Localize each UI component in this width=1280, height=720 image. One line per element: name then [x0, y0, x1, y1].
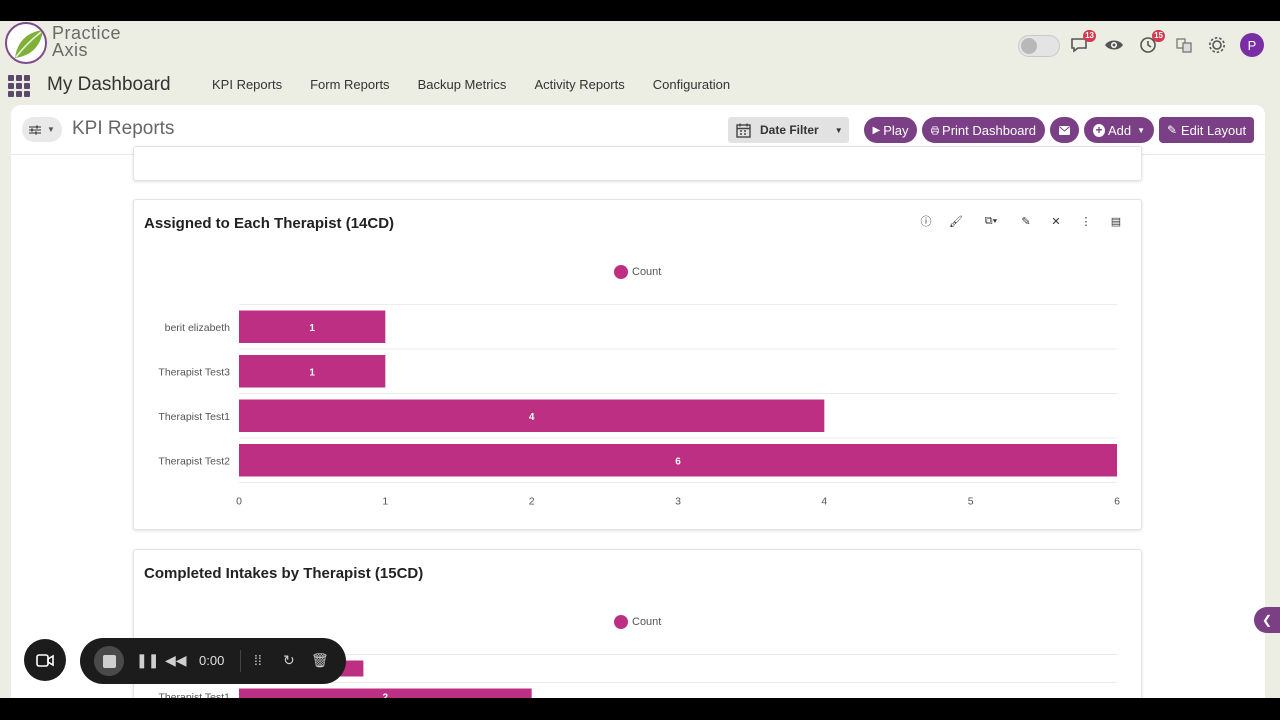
x-tick-label: 0	[236, 496, 242, 508]
logo-line-2: Axis	[52, 40, 89, 60]
apps-grid-icon[interactable]	[8, 75, 30, 97]
nav-kpi-reports[interactable]: KPI Reports	[212, 77, 282, 92]
top-toolbar: 13 15 P	[1000, 21, 1280, 69]
screen: Practice Axis 13 15 P My Dashboard KPI R…	[0, 0, 1280, 720]
x-tick-label: 3	[675, 496, 681, 508]
translate-icon[interactable]	[1173, 34, 1195, 56]
x-tick-label: 1	[382, 496, 388, 508]
category-label: berit elizabeth	[165, 322, 231, 334]
date-filter-button[interactable]: Date Filter ▼	[728, 117, 849, 143]
pencil-icon: ✎	[1166, 123, 1178, 137]
user-avatar[interactable]: P	[1240, 33, 1264, 57]
add-button[interactable]: + Add ▼	[1084, 117, 1154, 143]
nav-configuration[interactable]: Configuration	[653, 77, 730, 92]
calendar-icon	[736, 123, 751, 138]
dashboard-panel: ▼ KPI Reports Date Filter ▼ ▶ Play Print…	[11, 105, 1265, 698]
divider	[240, 650, 241, 672]
collapse-sidebar-button[interactable]: ❮	[1254, 607, 1280, 633]
dashboard-scroll-area[interactable]: Assigned to Each Therapist (14CD) ⓘ 🖌 ⧉▾…	[11, 146, 1265, 699]
email-button[interactable]	[1050, 117, 1079, 143]
stop-recording-button[interactable]	[94, 646, 124, 676]
practice-axis-logo[interactable]: Practice Axis	[5, 22, 155, 66]
previous-card	[133, 146, 1142, 181]
clock-badge: 15	[1152, 30, 1165, 42]
bar-value-label: 2	[383, 693, 389, 699]
chat-badge: 13	[1083, 30, 1096, 42]
restart-icon[interactable]: ↻	[283, 652, 295, 669]
print-dashboard-button[interactable]: Print Dashboard	[922, 117, 1045, 143]
caret-down-icon: ▼	[834, 125, 843, 135]
category-label: Therapist Test1	[158, 411, 230, 423]
x-tick-label: 6	[1114, 496, 1120, 508]
clock-icon[interactable]: 15	[1137, 30, 1165, 56]
edit-layout-label: Edit Layout	[1181, 122, 1247, 138]
settings-icon[interactable]	[1206, 34, 1228, 56]
main-nav: KPI Reports Form Reports Backup Metrics …	[212, 77, 758, 92]
logo-text: Practice Axis	[52, 24, 121, 60]
x-tick-label: 2	[529, 496, 535, 508]
category-label: Therapist Test2	[158, 455, 230, 467]
recording-time: 0:00	[199, 653, 225, 668]
x-tick-label: 5	[968, 496, 974, 508]
app-window: Practice Axis 13 15 P My Dashboard KPI R…	[0, 21, 1280, 698]
play-icon: ▶	[872, 124, 881, 136]
envelope-icon	[1059, 125, 1070, 135]
bar-chart: 1 berit elizabeth 1 Therapist Test3 4 Therapi…	[158, 304, 1120, 508]
category-label: Therapist Test3	[158, 366, 230, 378]
leaf-logo-icon	[5, 22, 47, 64]
chat-icon[interactable]: 13	[1068, 30, 1096, 56]
recorder-toolbar: ❚❚ ◀◀ 0:00 ⁞⁞ ↻ 🗑	[80, 638, 346, 684]
bar-value-label: 1	[309, 323, 315, 334]
camera-button[interactable]	[24, 639, 66, 681]
caret-down-icon: ▼	[1137, 125, 1145, 135]
bar-value-label: 6	[675, 456, 681, 467]
play-button[interactable]: ▶ Play	[864, 117, 917, 143]
print-icon	[931, 125, 940, 135]
bar-value-label: 4	[529, 412, 535, 423]
page-title: KPI Reports	[72, 118, 175, 139]
app-title: My Dashboard	[47, 74, 171, 95]
nav-backup-metrics[interactable]: Backup Metrics	[418, 77, 507, 92]
category-label: Therapist Test1	[158, 692, 230, 699]
chevron-left-icon: ❮	[1261, 613, 1273, 627]
add-label: Add	[1107, 122, 1132, 138]
x-tick-label: 4	[821, 496, 827, 508]
play-label: Play	[883, 122, 909, 138]
sliders-dropdown-button[interactable]: ▼	[22, 117, 62, 142]
bar-value-label: 1	[309, 367, 315, 378]
nav-form-reports[interactable]: Form Reports	[310, 77, 389, 92]
stop-icon	[102, 654, 116, 668]
chart-card-assigned-therapist: Assigned to Each Therapist (14CD) ⓘ 🖌 ⧉▾…	[133, 199, 1142, 530]
pause-icon[interactable]: ❚❚	[136, 652, 159, 669]
sliders-icon	[29, 125, 42, 134]
video-camera-icon	[36, 653, 54, 667]
rewind-icon[interactable]: ◀◀	[165, 652, 187, 669]
print-label: Print Dashboard	[942, 122, 1036, 138]
eye-icon[interactable]	[1103, 34, 1125, 56]
caret-down-icon: ▼	[47, 125, 55, 134]
dots-grid-icon[interactable]: ⁞⁞	[254, 652, 262, 668]
nav-activity-reports[interactable]: Activity Reports	[534, 77, 624, 92]
edit-layout-button[interactable]: ✎ Edit Layout	[1159, 117, 1254, 143]
date-filter-label: Date Filter	[760, 123, 819, 137]
theme-toggle[interactable]	[1018, 35, 1060, 57]
trash-icon[interactable]: 🗑	[311, 652, 329, 669]
plus-circle-icon: +	[1093, 123, 1105, 137]
